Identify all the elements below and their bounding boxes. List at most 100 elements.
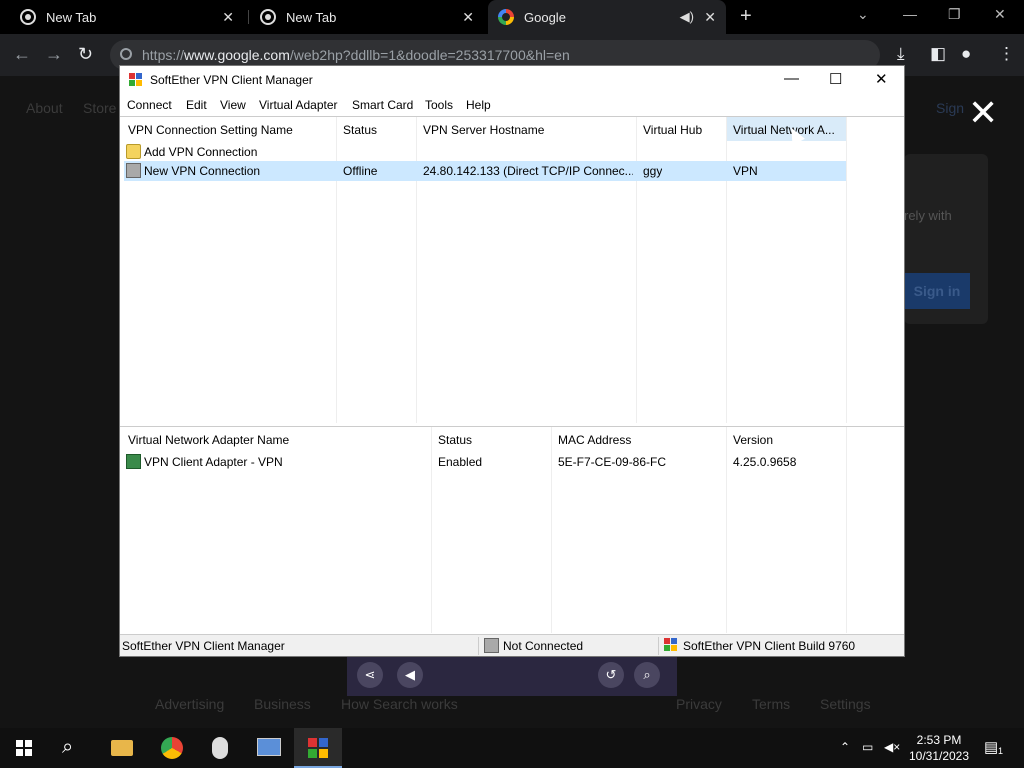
tab-new-tab-2[interactable]: New Tab ✕: [252, 0, 484, 34]
signin-link[interactable]: Sign: [936, 100, 964, 116]
clock-date: 10/31/2023: [908, 749, 970, 763]
notification-icon[interactable]: ▤: [984, 738, 998, 756]
volume-muted-icon[interactable]: ◀×: [884, 740, 900, 754]
terms-link[interactable]: Terms: [752, 696, 790, 712]
column-header-adapter-status[interactable]: Status: [438, 433, 548, 447]
adapter-mac: 5E-F7-CE-09-86-FC: [558, 455, 667, 469]
list-item-add-connection[interactable]: Add VPN Connection: [124, 142, 846, 162]
menu-smart-card[interactable]: Smart Card: [352, 98, 413, 112]
new-tab-icon[interactable]: +: [740, 5, 752, 28]
chrome-icon: [20, 9, 36, 25]
add-connection-icon: [126, 144, 141, 159]
url-prefix: https://: [142, 47, 185, 63]
share-icon[interactable]: ⋖: [357, 662, 383, 688]
show-hidden-icons-icon[interactable]: ⌃: [840, 740, 850, 754]
screen: New Tab ✕ New Tab ✕ Google ◀) ✕ + ⌄ — ❐ …: [0, 0, 1024, 768]
network-icon[interactable]: ▭: [862, 740, 873, 754]
vpn-status-bar: SoftEther VPN Client Manager Not Connect…: [120, 634, 904, 656]
vpn-client-window: SoftEther VPN Client Manager — ☐ ✕ Conne…: [119, 65, 905, 657]
minimize-icon[interactable]: —: [784, 70, 799, 87]
side-panel-icon[interactable]: ◧: [930, 44, 946, 64]
adapter-list: Virtual Network Adapter Name Status MAC …: [120, 426, 904, 633]
tab-new-tab-1[interactable]: New Tab ✕: [12, 0, 244, 34]
reload-icon[interactable]: ↻: [78, 44, 93, 65]
connection-status: Offline: [343, 164, 378, 178]
signin-button[interactable]: Sign in: [904, 273, 970, 309]
close-icon[interactable]: ✕: [994, 6, 1006, 23]
taskbar: ⌕ ⌃ ▭ ◀× 2:53 PM 10/31/2023 ▤ 1: [0, 728, 1024, 768]
close-icon[interactable]: ✕: [875, 70, 888, 88]
taskbar-network-app[interactable]: [245, 728, 293, 768]
column-header-version[interactable]: Version: [733, 433, 843, 447]
replay-icon[interactable]: ↺: [598, 662, 624, 688]
card-text: rely with: [904, 208, 952, 223]
about-link[interactable]: About: [26, 100, 63, 116]
folder-icon: [111, 740, 133, 756]
column-header-hub[interactable]: Virtual Hub: [643, 123, 723, 137]
menu-icon[interactable]: ⋮: [998, 44, 1015, 64]
lock-icon: [120, 48, 132, 60]
restore-icon[interactable]: ❐: [948, 6, 961, 23]
search-icon[interactable]: ⌕: [634, 662, 660, 688]
how-search-works-link[interactable]: How Search works: [341, 696, 458, 712]
menu-tools[interactable]: Tools: [425, 98, 453, 112]
vpn-title-bar[interactable]: SoftEther VPN Client Manager — ☐ ✕: [120, 66, 904, 94]
list-item-new-vpn-connection[interactable]: New VPN Connection Offline 24.80.142.133…: [124, 161, 846, 181]
menu-edit[interactable]: Edit: [186, 98, 207, 112]
settings-link[interactable]: Settings: [820, 696, 871, 712]
network-adapter-icon: [126, 454, 141, 469]
column-header-adapter-name[interactable]: Virtual Network Adapter Name: [128, 433, 428, 447]
search-icon: ⌕: [62, 736, 74, 758]
menu-connect[interactable]: Connect: [127, 98, 172, 112]
menu-help[interactable]: Help: [466, 98, 491, 112]
url-host: www.google.com: [184, 47, 290, 63]
close-tab-icon[interactable]: ✕: [222, 9, 234, 26]
adapter-name: VPN Client Adapter - VPN: [144, 455, 283, 469]
tab-search-icon[interactable]: ⌄: [857, 6, 869, 23]
connection-hub: ggy: [643, 164, 663, 178]
download-icon[interactable]: ⤓: [897, 44, 905, 64]
search-button[interactable]: ⌕: [48, 728, 96, 768]
softether-app-icon: [664, 638, 678, 652]
column-header-hostname[interactable]: VPN Server Hostname: [423, 123, 633, 137]
connection-name: Add VPN Connection: [144, 145, 258, 159]
tab-google[interactable]: Google ◀) ✕: [488, 0, 726, 34]
close-tab-icon[interactable]: ✕: [704, 9, 716, 26]
taskbar-softether[interactable]: [294, 728, 342, 768]
adapter-status: Enabled: [438, 455, 483, 469]
column-header-mac[interactable]: MAC Address: [558, 433, 723, 447]
menu-virtual-adapter[interactable]: Virtual Adapter: [259, 98, 338, 112]
menu-bar: Connect Edit View Virtual Adapter Smart …: [120, 94, 904, 116]
taskbar-chrome[interactable]: [148, 728, 196, 768]
google-icon: [498, 9, 514, 25]
list-item-adapter[interactable]: VPN Client Adapter - VPN Enabled 5E-F7-C…: [124, 452, 846, 472]
speaker-icon[interactable]: ◀): [680, 9, 694, 25]
privacy-link[interactable]: Privacy: [676, 696, 722, 712]
column-header-name[interactable]: VPN Connection Setting Name: [128, 123, 333, 137]
close-tab-icon[interactable]: ✕: [462, 9, 474, 26]
start-button[interactable]: [0, 728, 48, 768]
app-icon: [212, 737, 228, 759]
column-header-status[interactable]: Status: [343, 123, 413, 137]
minimize-icon[interactable]: —: [903, 6, 917, 22]
business-link[interactable]: Business: [254, 696, 311, 712]
system-clock[interactable]: 2:53 PM 10/31/2023: [906, 732, 972, 764]
advertising-link[interactable]: Advertising: [155, 696, 224, 712]
taskbar-app[interactable]: [196, 728, 244, 768]
tab-divider: [248, 10, 249, 24]
taskbar-file-explorer[interactable]: [98, 728, 146, 768]
volume-icon[interactable]: ◀: [397, 662, 423, 688]
store-link[interactable]: Store: [83, 100, 116, 116]
connection-list: VPN Connection Setting Name Status VPN S…: [120, 116, 904, 423]
status-app-name: SoftEther VPN Client Manager: [122, 639, 285, 653]
doodle-media-bar: ⋖ ◀ ↺ ⌕: [347, 656, 677, 696]
softether-app-icon: [129, 73, 143, 87]
back-icon[interactable]: ←: [13, 44, 31, 65]
close-overlay-icon[interactable]: ✕: [968, 95, 998, 131]
notification-count: 1: [998, 746, 1004, 756]
forward-icon[interactable]: →: [45, 44, 63, 65]
menu-view[interactable]: View: [220, 98, 246, 112]
connection-status-icon: [484, 638, 499, 653]
maximize-icon[interactable]: ☐: [829, 70, 842, 88]
profile-icon[interactable]: ●: [961, 44, 971, 64]
